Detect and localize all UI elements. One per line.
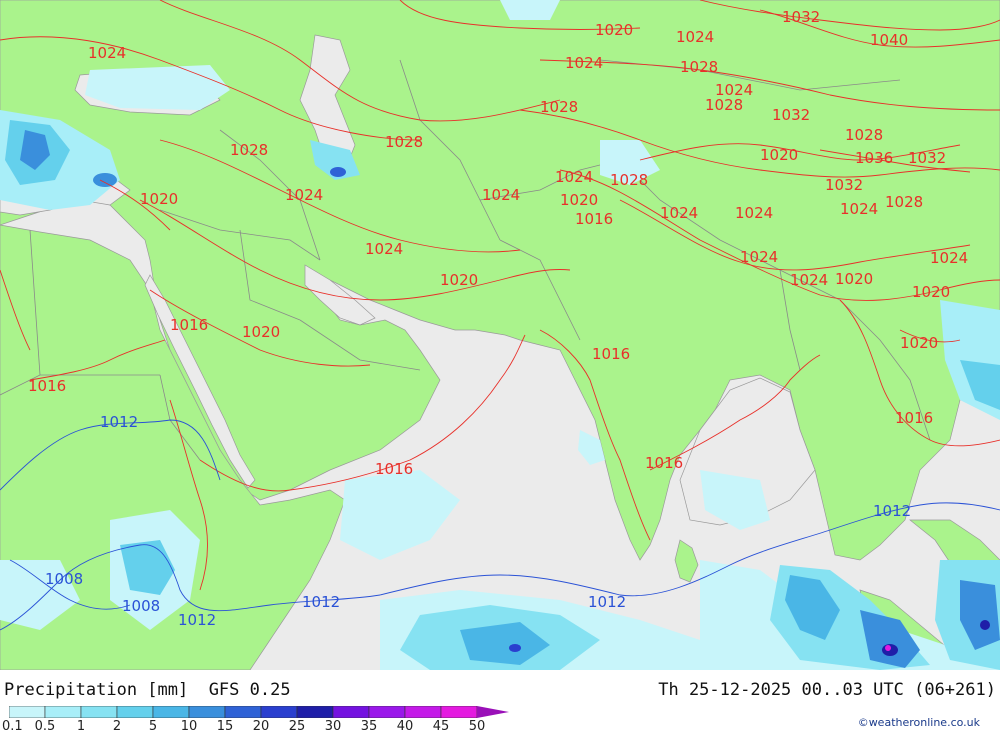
legend-tick-label: 10 (180, 719, 198, 734)
isobar-label: 1016 (170, 316, 208, 334)
map-footer: Precipitation [mm] GFS 0.25 Th 25-12-202… (0, 670, 1000, 734)
isobar-label: 1032 (772, 106, 810, 124)
legend-swatch (224, 706, 262, 718)
legend-tick-label: 40 (396, 719, 414, 734)
legend-tick-label: 5 (148, 719, 158, 734)
isobar-label: 1020 (900, 334, 938, 352)
isobar-label: 1016 (375, 460, 413, 478)
isobar-label: 1024 (840, 200, 878, 218)
isobar-label: 1016 (592, 345, 630, 363)
legend-swatch (152, 706, 190, 718)
legend-swatch (296, 706, 334, 718)
isobar-label: 1032 (908, 149, 946, 167)
isobar-label: 1008 (122, 597, 160, 615)
isobar-label: 1024 (790, 271, 828, 289)
isobar-label: 1024 (660, 204, 698, 222)
isobar-label: 1020 (242, 323, 280, 341)
legend-swatch (116, 706, 154, 718)
legend-swatch (404, 706, 442, 718)
legend-arrow (477, 706, 509, 718)
legend-tick-label: 2 (112, 719, 122, 734)
legend-tick-label: 1 (76, 719, 86, 734)
legend-tick-label: 15 (216, 719, 234, 734)
isobar-label: 1024 (735, 204, 773, 222)
isobar-label: 1024 (88, 44, 126, 62)
isobar-label: 1024 (740, 248, 778, 266)
legend-tick-label: 50 (468, 719, 486, 734)
legend-swatch (260, 706, 298, 718)
legend-swatch (80, 706, 118, 718)
isobar-label: 1020 (760, 146, 798, 164)
legend-swatch (332, 706, 370, 718)
legend-tick-label: 20 (252, 719, 270, 734)
credit-text[interactable]: ©weatheronline.co.uk (858, 716, 980, 729)
isobar-label: 1020 (912, 283, 950, 301)
isobar-label: 1016 (575, 210, 613, 228)
precipitation-legend (9, 706, 509, 718)
isobar-label: 1020 (440, 271, 478, 289)
isobar-label: 1016 (28, 377, 66, 395)
legend-swatch (44, 706, 82, 718)
legend-swatch (188, 706, 226, 718)
isobar-label: 1012 (588, 593, 626, 611)
isobar-label: 1040 (870, 31, 908, 49)
isobar-label: 1028 (385, 133, 423, 151)
legend-tick-label: 0.5 (34, 719, 56, 734)
isobar-label: 1028 (230, 141, 268, 159)
isobar-label: 1036 (855, 149, 893, 167)
weather-map[interactable]: 1020 1024 1024 1024 1032 1040 1028 1028 … (0, 0, 1000, 670)
legend-tick-label: 25 (288, 719, 306, 734)
isobar-label: 1016 (645, 454, 683, 472)
legend-swatch (368, 706, 406, 718)
isobar-label: 1020 (835, 270, 873, 288)
isobar-label: 1012 (100, 413, 138, 431)
isobar-label: 1032 (782, 8, 820, 26)
isobar-label: 1020 (560, 191, 598, 209)
isobar-label: 1024 (365, 240, 403, 258)
isobar-label: 1024 (676, 28, 714, 46)
isobar-label: 1028 (705, 96, 743, 114)
isobar-label: 1028 (885, 193, 923, 211)
isobar-label: 1028 (610, 171, 648, 189)
isobar-label: 1028 (540, 98, 578, 116)
isobar-label: 1020 (140, 190, 178, 208)
isobar-label: 1032 (825, 176, 863, 194)
isobar-label: 1024 (565, 54, 603, 72)
isobar-label: 1028 (680, 58, 718, 76)
isobar-label: 1024 (285, 186, 323, 204)
legend-tick-label: 0.1 (2, 719, 23, 734)
isobar-label: 1024 (482, 186, 520, 204)
isobar-label: 1012 (302, 593, 340, 611)
isobar-label: 1012 (873, 502, 911, 520)
isobar-label: 1020 (595, 21, 633, 39)
legend-tick-label: 30 (324, 719, 342, 734)
isobar-label: 1024 (555, 168, 593, 186)
legend-swatch (9, 706, 46, 718)
isobar-label: 1028 (845, 126, 883, 144)
legend-swatch (440, 706, 478, 718)
isobar-label: 1016 (895, 409, 933, 427)
map-title: Precipitation [mm] GFS 0.25 (4, 680, 291, 700)
isobar-label: 1012 (178, 611, 216, 629)
legend-tick-label: 35 (360, 719, 378, 734)
legend-tick-label: 45 (432, 719, 450, 734)
isobar-label: 1008 (45, 570, 83, 588)
isobar-label: 1024 (930, 249, 968, 267)
valid-time: Th 25-12-2025 00..03 UTC (06+261) (658, 680, 996, 700)
